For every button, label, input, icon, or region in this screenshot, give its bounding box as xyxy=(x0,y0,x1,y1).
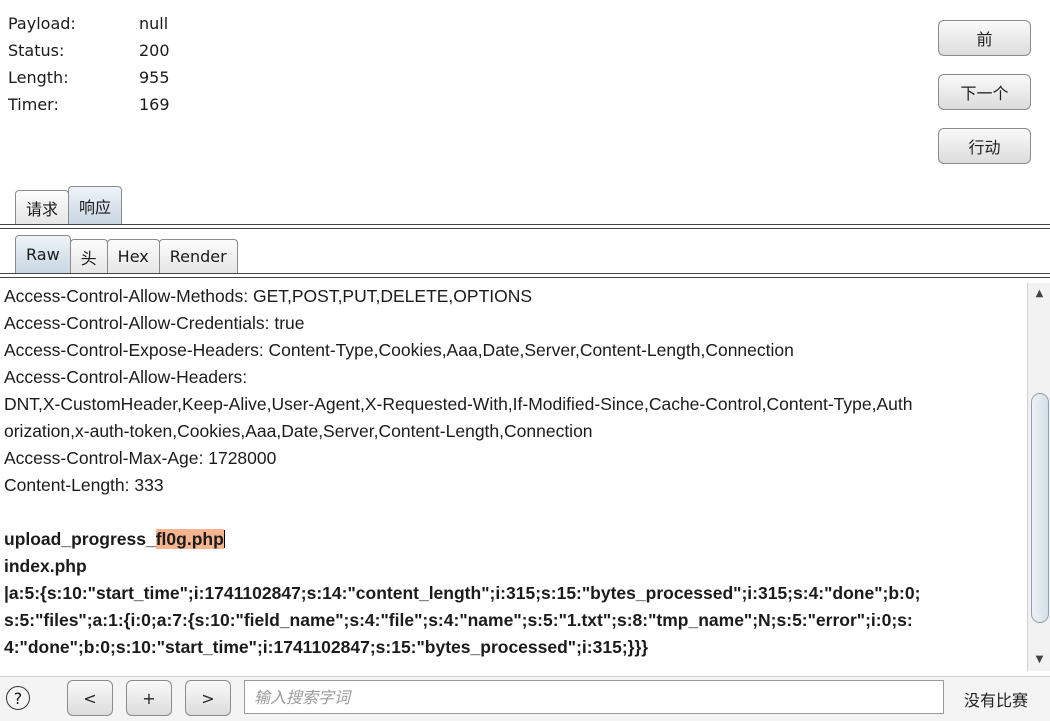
search-highlight: fl0g.php xyxy=(155,529,224,549)
tab-render[interactable]: Render xyxy=(158,239,238,273)
action-button[interactable]: 行动 xyxy=(938,128,1031,164)
view-tabs: Raw 头 Hex Render xyxy=(15,235,238,273)
match-status: 没有比赛 xyxy=(964,691,1029,710)
message-info: Payload: null Status: 200 Length: 955 Timer… xyxy=(8,10,170,118)
view-tabs-divider-2 xyxy=(0,277,1050,278)
length-label: Length: xyxy=(8,68,69,87)
payload-row: Payload: null xyxy=(8,10,170,37)
search-options-button[interactable]: + xyxy=(126,680,172,716)
next-button[interactable]: 下一个 xyxy=(938,74,1031,110)
search-bar: ? < + > 没有比赛 xyxy=(0,676,1050,721)
body-line: upload_progress_fl0g.php xyxy=(4,526,1024,553)
timer-row: Timer: 169 xyxy=(8,91,170,118)
message-nav-buttons: 前 下一个 行动 xyxy=(938,20,1031,182)
tab-request[interactable]: 请求 xyxy=(15,190,70,224)
status-label: Status: xyxy=(8,41,65,60)
tab-raw[interactable]: Raw xyxy=(15,235,71,273)
payload-label: Payload: xyxy=(8,14,76,33)
scrollbar-thumb[interactable] xyxy=(1031,393,1049,623)
body-line: |a:5:{s:10:"start_time";i:1741102847;s:1… xyxy=(4,583,921,603)
tab-hex[interactable]: Hex xyxy=(106,239,160,273)
header-line: Access-Control-Allow-Credentials: true xyxy=(4,313,305,333)
timer-value: 169 xyxy=(139,95,170,114)
scroll-up-icon[interactable]: ▲ xyxy=(1028,283,1050,303)
body-line: s:5:"files";a:1:{i:0;a:7:{s:10:"field_na… xyxy=(4,610,913,630)
header-line: orization,x-auth-token,Cookies,Aaa,Date,… xyxy=(4,421,593,441)
response-raw-content[interactable]: Access-Control-Allow-Methods: GET,POST,P… xyxy=(4,283,1024,663)
view-tabs-divider xyxy=(0,273,1050,274)
search-next-button[interactable]: > xyxy=(185,680,231,716)
scroll-down-icon[interactable]: ▼ xyxy=(1028,649,1050,669)
timer-label: Timer: xyxy=(8,95,59,114)
header-line: Access-Control-Allow-Methods: GET,POST,P… xyxy=(4,286,533,306)
tab-headers[interactable]: 头 xyxy=(69,239,108,273)
search-previous-button[interactable]: < xyxy=(67,680,113,716)
help-icon[interactable]: ? xyxy=(6,686,30,710)
body-prefix: upload_progress_ xyxy=(4,529,156,549)
length-row: Length: 955 xyxy=(8,64,170,91)
header-line: DNT,X-CustomHeader,Keep-Alive,User-Agent… xyxy=(4,394,913,414)
status-value: 200 xyxy=(139,41,170,60)
header-line: Content-Length: 333 xyxy=(4,475,164,495)
body-line: 4:"done";b:0;s:10:"start_time";i:1741102… xyxy=(4,637,649,657)
tabs-divider xyxy=(0,224,1050,225)
search-input[interactable] xyxy=(244,680,944,714)
tab-response[interactable]: 响应 xyxy=(68,186,123,224)
tabs-divider-2 xyxy=(0,228,1050,229)
text-caret xyxy=(223,530,225,548)
previous-button[interactable]: 前 xyxy=(938,20,1031,56)
status-row: Status: 200 xyxy=(8,37,170,64)
body-line: index.php xyxy=(4,556,87,576)
length-value: 955 xyxy=(139,68,170,87)
header-line: Access-Control-Expose-Headers: Content-T… xyxy=(4,340,794,360)
message-tabs: 请求 响应 xyxy=(15,186,123,224)
header-line: Access-Control-Allow-Headers: xyxy=(4,367,248,387)
payload-value: null xyxy=(139,14,169,33)
vertical-scrollbar[interactable]: ▲ ▼ xyxy=(1027,283,1050,671)
header-line: Access-Control-Max-Age: 1728000 xyxy=(4,448,277,468)
